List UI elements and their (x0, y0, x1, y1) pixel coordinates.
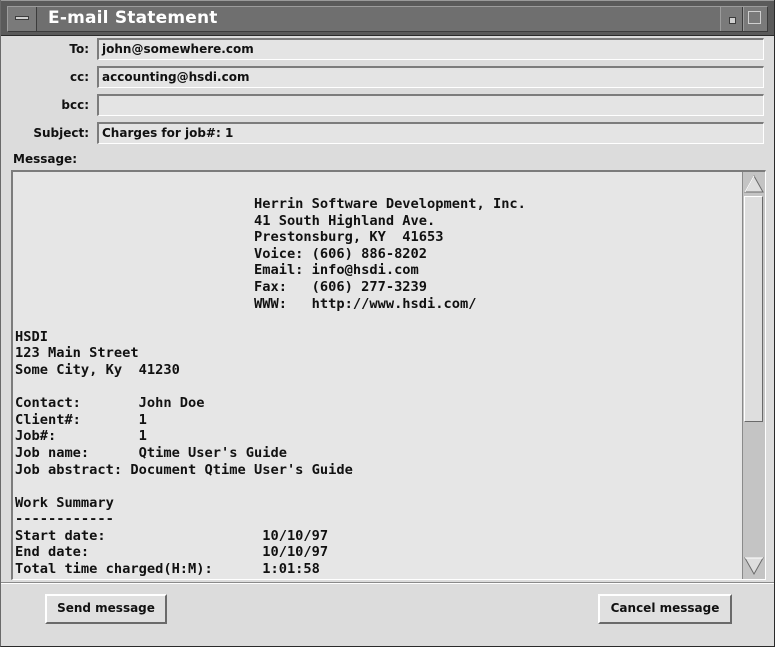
subject-label: Subject: (33, 126, 89, 140)
minimize-button[interactable] (720, 7, 743, 31)
down-arrow-icon[interactable] (744, 556, 764, 576)
message-body[interactable]: Herrin Software Development, Inc. 41 Sou… (15, 196, 740, 576)
to-field[interactable]: john@somewhere.com (97, 38, 764, 60)
cc-label: cc: (69, 70, 89, 84)
title-bar[interactable]: E-mail Statement (1, 0, 774, 36)
minimize-icon (729, 17, 736, 24)
subject-field[interactable]: Charges for job#: 1 (97, 122, 764, 144)
scroll-thumb[interactable] (744, 196, 763, 422)
window-menu-button[interactable] (8, 7, 37, 31)
cc-field[interactable]: accounting@hsdi.com (97, 66, 764, 88)
window-title: E-mail Statement (48, 8, 218, 28)
button-bar-divider (1, 582, 774, 584)
maximize-icon (748, 11, 761, 24)
cancel-message-button[interactable]: Cancel message (598, 594, 732, 624)
bcc-field[interactable] (97, 94, 764, 116)
up-arrow-icon[interactable] (744, 174, 764, 194)
bcc-label: bcc: (61, 98, 89, 112)
to-label: To: (69, 42, 89, 56)
message-label: Message: (13, 152, 77, 166)
message-area[interactable]: Herrin Software Development, Inc. 41 Sou… (11, 170, 766, 580)
maximize-button[interactable] (743, 7, 767, 31)
vertical-scrollbar[interactable] (742, 172, 765, 579)
title-bar-inner: E-mail Statement (7, 6, 768, 32)
email-statement-window: E-mail Statement To: john@somewhere.com … (0, 0, 775, 647)
send-message-button[interactable]: Send message (45, 594, 167, 624)
window-menu-icon (15, 16, 29, 20)
